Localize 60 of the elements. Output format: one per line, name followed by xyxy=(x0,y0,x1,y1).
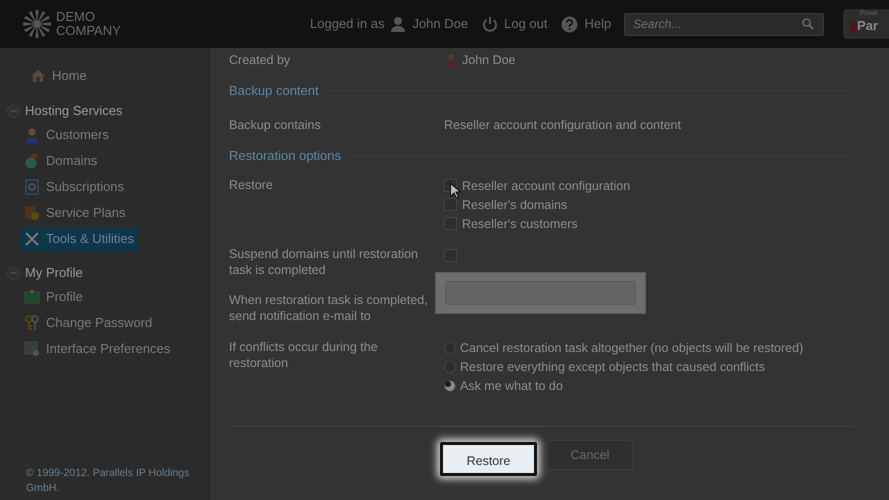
logo-text: DEMO xyxy=(56,10,96,24)
field-label: Suspend domains until restoration task is completed xyxy=(229,247,418,277)
sidebar-item[interactable]: Service Plans xyxy=(20,201,130,225)
radio-label[interactable]: Restore everything except objects that caused conflicts xyxy=(460,358,766,374)
radio-button[interactable] xyxy=(444,380,456,392)
person-icon xyxy=(24,127,40,143)
sidebar-item[interactable]: Tools & Utilities xyxy=(20,227,138,251)
sidebar-item[interactable]: Subscriptions xyxy=(20,175,128,199)
sidebar-item[interactable]: Customers xyxy=(20,123,113,147)
gear-icon xyxy=(24,179,40,195)
field-value: John Doe xyxy=(462,52,516,68)
checkbox-label[interactable]: Reseller's domains xyxy=(462,196,568,212)
section-heading: Restoration options xyxy=(229,146,342,165)
sidebar-group-heading: My Profile xyxy=(25,264,83,282)
help-link[interactable]: Help xyxy=(584,14,612,34)
radio-label[interactable]: Cancel restoration task altogether (no objects will be restored) xyxy=(460,340,804,356)
window-icon xyxy=(24,341,40,357)
keys-icon xyxy=(24,315,40,331)
sidebar-item[interactable]: Domains xyxy=(20,149,102,173)
globe-icon xyxy=(24,153,40,169)
radio-button[interactable] xyxy=(444,360,456,372)
sunburst-logo-icon xyxy=(22,9,52,39)
search-icon xyxy=(802,18,814,30)
radio-label[interactable]: Ask me what to do xyxy=(460,378,563,394)
field-value: Reseller account configuration and content xyxy=(444,116,681,132)
logout-link[interactable]: Log out xyxy=(504,14,548,34)
dimmed-button[interactable]: Cancel xyxy=(547,440,633,470)
checkbox[interactable] xyxy=(444,198,457,211)
collapse-toggle[interactable] xyxy=(7,266,20,280)
person-icon xyxy=(444,53,458,67)
search-field[interactable]: Search... xyxy=(624,12,824,36)
house-icon xyxy=(30,68,46,84)
field-label: Created by xyxy=(229,53,290,67)
id-card-icon xyxy=(24,289,40,305)
sidebar-group-heading: Hosting Services xyxy=(25,102,123,120)
field-label: Backup contains xyxy=(229,118,321,132)
collapse-toggle[interactable] xyxy=(7,104,20,118)
user-name: John Doe xyxy=(412,15,468,34)
checkbox-label[interactable]: Reseller's customers xyxy=(462,216,578,232)
bars-icon xyxy=(851,20,855,32)
sidebar-item[interactable]: Change Password xyxy=(20,311,156,335)
highlighted-button[interactable]: Restore xyxy=(440,442,537,476)
copyright-text: © 1999-2012. Parallels IP Holdings GmbH. xyxy=(25,466,190,496)
radio-button[interactable] xyxy=(444,342,456,354)
field-label: If conflicts occur during the restoration xyxy=(229,340,378,370)
user-icon xyxy=(390,16,406,32)
logged-in-label: Logged in as xyxy=(310,15,384,34)
logo-text: COMPANY xyxy=(56,24,121,38)
tools-icon xyxy=(24,231,40,247)
sidebar-item[interactable]: Profile xyxy=(20,285,87,309)
help-icon xyxy=(561,16,578,32)
field-label: Restore xyxy=(229,178,273,192)
document-coin-icon xyxy=(24,205,40,221)
field-label: When restoration task is completed, send notification e-mail to xyxy=(229,293,428,323)
sidebar-item[interactable]: Home xyxy=(26,64,91,88)
checkbox-label[interactable]: Reseller account configuration xyxy=(462,178,630,194)
sidebar-item[interactable]: Interface Preferences xyxy=(20,337,174,361)
section-heading: Backup content xyxy=(229,82,319,100)
power-icon xyxy=(482,16,498,32)
brand-name: Par xyxy=(857,18,878,34)
